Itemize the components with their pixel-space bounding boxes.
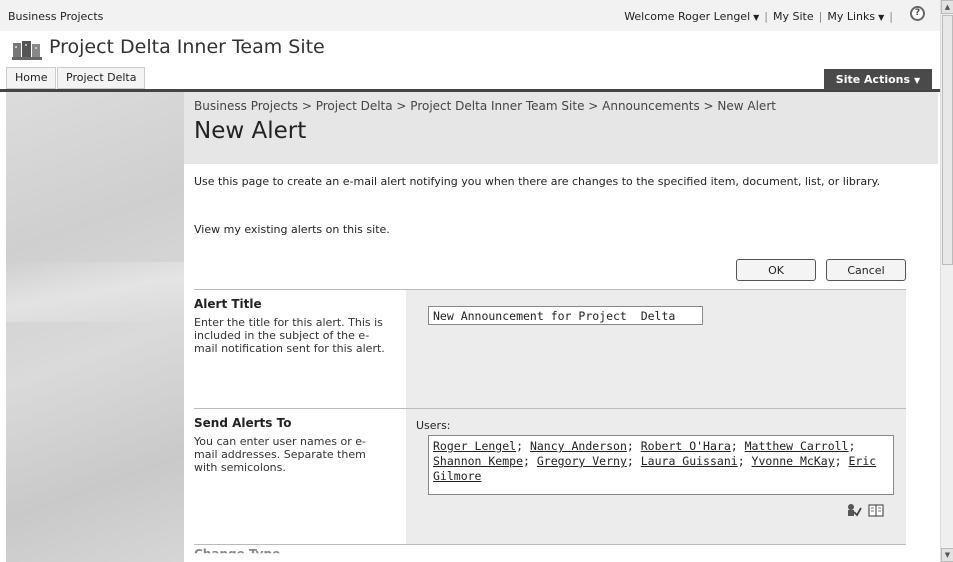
site-actions-dropdown-icon: ▼	[914, 76, 921, 85]
address-book-icon[interactable]	[868, 503, 884, 517]
alert-title-heading: Alert Title	[194, 297, 262, 311]
view-existing-alerts-link[interactable]: View my existing alerts on this site.	[194, 223, 390, 236]
separator: |	[818, 10, 823, 23]
change-type-heading: Change Type	[194, 547, 281, 561]
cancel-button[interactable]: Cancel	[826, 259, 906, 281]
user-entry[interactable]: Yvonne McKay	[752, 454, 835, 468]
user-separator: ;	[834, 454, 849, 468]
site-actions-label: Site Actions	[835, 73, 911, 86]
user-entry[interactable]: Matthew Carroll	[745, 439, 849, 453]
site-actions-menu[interactable]: Site Actions ▼	[824, 69, 932, 90]
send-alerts-section-field: Users: Roger Lengel; Nancy Anderson; Rob…	[406, 409, 906, 544]
users-people-picker[interactable]: Roger Lengel; Nancy Anderson; Robert O'H…	[428, 435, 894, 495]
welcome-menu[interactable]: Welcome Roger Lengel ▼	[624, 10, 759, 23]
alert-title-section-label: Alert Title Enter the title for this ale…	[194, 290, 406, 408]
user-entry[interactable]: Gregory Verny	[537, 454, 627, 468]
my-links-menu[interactable]: My Links ▼	[827, 10, 884, 23]
top-nav: Home Project Delta Site Actions ▼	[0, 65, 940, 92]
user-entry[interactable]: Nancy Anderson	[530, 439, 627, 453]
site-logo-icon	[12, 41, 42, 60]
my-links-label: My Links	[827, 10, 876, 23]
separator: |	[764, 10, 769, 23]
scroll-thumb[interactable]	[942, 15, 953, 265]
top-bar: Business Projects Welcome Roger Lengel ▼ |…	[0, 0, 940, 32]
separator: |	[889, 10, 893, 23]
send-alerts-description: You can enter user names or e-mail addre…	[194, 435, 366, 474]
alert-title-input[interactable]	[428, 306, 703, 325]
user-separator: ;	[626, 454, 641, 468]
nav-tab-project-delta[interactable]: Project Delta	[57, 67, 146, 89]
user-entry[interactable]: Robert O'Hara	[641, 439, 731, 453]
send-alerts-heading: Send Alerts To	[194, 416, 292, 430]
vertical-scrollbar[interactable]: ▲ ▼	[940, 0, 953, 562]
user-entry[interactable]: Laura Guissani	[641, 454, 738, 468]
welcome-dropdown-icon: ▼	[753, 13, 760, 22]
left-panel	[6, 92, 184, 562]
alert-title-section-field	[406, 290, 906, 408]
nav-tab-home[interactable]: Home	[6, 67, 57, 89]
users-label: Users:	[416, 419, 451, 432]
user-entry[interactable]: Shannon Kempe	[433, 454, 523, 468]
top-links: Welcome Roger Lengel ▼ | My Site | My Links ▼ |	[624, 10, 898, 23]
user-separator: ;	[730, 439, 745, 453]
decorative-swoosh	[6, 262, 184, 322]
user-separator: ;	[737, 454, 752, 468]
site-title[interactable]: Project Delta Inner Team Site	[49, 36, 325, 58]
welcome-label: Welcome Roger Lengel	[624, 10, 751, 23]
scroll-up-icon[interactable]: ▲	[941, 0, 953, 14]
page-title: New Alert	[194, 118, 307, 144]
divider	[194, 544, 906, 545]
user-separator: ;	[626, 439, 641, 453]
scroll-down-icon[interactable]: ▼	[941, 548, 953, 562]
my-site-link[interactable]: My Site	[773, 10, 814, 23]
user-separator: ;	[848, 439, 856, 453]
help-icon[interactable]: ?	[910, 6, 925, 21]
site-title-row: Project Delta Inner Team Site	[0, 31, 940, 65]
send-alerts-section-label: Send Alerts To You can enter user names …	[194, 409, 406, 544]
top-site-link[interactable]: Business Projects	[8, 10, 103, 23]
page-header: Business Projects > Project Delta > Proj…	[184, 92, 938, 164]
user-separator: ;	[516, 439, 530, 453]
check-names-icon[interactable]	[846, 503, 862, 517]
ok-button[interactable]: OK	[736, 259, 816, 281]
breadcrumb[interactable]: Business Projects > Project Delta > Proj…	[194, 99, 776, 113]
user-entry[interactable]: Roger Lengel	[433, 439, 516, 453]
page-description: Use this page to create an e-mail alert …	[194, 175, 881, 188]
user-separator: ;	[523, 454, 537, 468]
alert-title-description: Enter the title for this alert. This is …	[194, 316, 385, 355]
my-links-dropdown-icon: ▼	[878, 13, 885, 22]
